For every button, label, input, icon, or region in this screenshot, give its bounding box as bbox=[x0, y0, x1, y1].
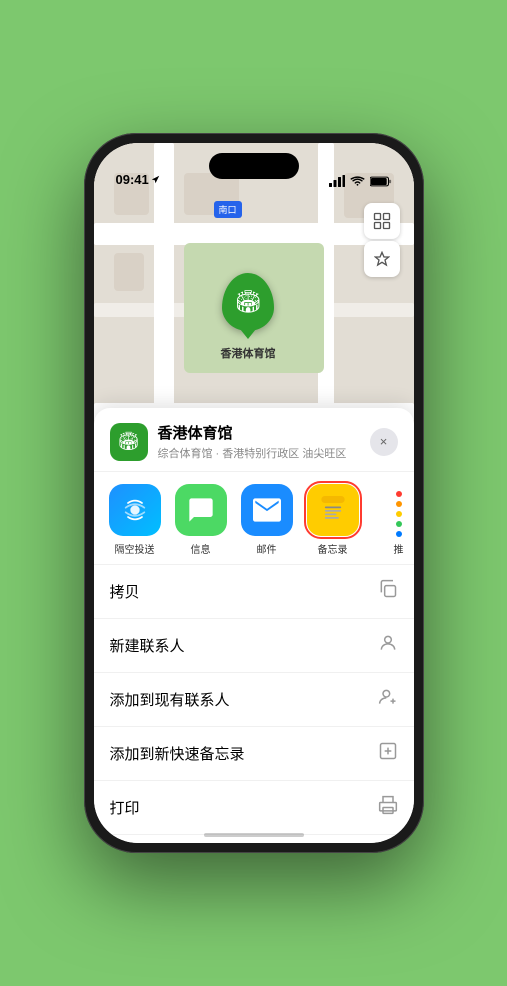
status-icons bbox=[329, 175, 392, 187]
airdrop-label: 隔空投送 bbox=[115, 541, 155, 556]
copy-label: 拷贝 bbox=[110, 581, 140, 602]
status-time: 09:41 bbox=[116, 172, 160, 187]
venue-logo: 🏟 bbox=[110, 423, 148, 461]
bottom-sheet: 🏟 香港体育馆 综合体育馆 · 香港特别行政区 油尖旺区 × bbox=[94, 408, 414, 843]
location-button[interactable] bbox=[364, 241, 400, 277]
dot-yellow bbox=[396, 511, 402, 517]
close-button[interactable]: × bbox=[370, 428, 398, 456]
marker-stadium-icon: 🏟 bbox=[234, 289, 262, 315]
dot-green bbox=[396, 521, 402, 527]
notes-icon bbox=[319, 496, 347, 524]
mail-icon-box bbox=[241, 484, 293, 536]
action-copy[interactable]: 拷贝 bbox=[94, 564, 414, 618]
wifi-icon bbox=[350, 176, 365, 187]
share-notes[interactable]: 备忘录 bbox=[302, 484, 364, 556]
more-icon-box bbox=[373, 484, 414, 536]
venue-header: 🏟 香港体育馆 综合体育馆 · 香港特别行政区 油尖旺区 × bbox=[94, 408, 414, 472]
print-icon bbox=[378, 795, 398, 820]
share-airdrop[interactable]: 隔空投送 bbox=[104, 484, 166, 556]
add-existing-icon bbox=[378, 687, 398, 712]
share-messages[interactable]: 信息 bbox=[170, 484, 232, 556]
print-label: 打印 bbox=[110, 797, 140, 818]
battery-icon bbox=[370, 176, 392, 187]
add-existing-label: 添加到现有联系人 bbox=[110, 689, 230, 710]
venue-title: 香港体育馆 bbox=[158, 422, 360, 443]
share-mail[interactable]: 邮件 bbox=[236, 484, 298, 556]
action-new-contact[interactable]: 新建联系人 bbox=[94, 618, 414, 672]
dynamic-island bbox=[209, 153, 299, 179]
airdrop-icon-box bbox=[109, 484, 161, 536]
location-arrow-icon bbox=[151, 175, 160, 184]
dot-orange bbox=[396, 501, 402, 507]
map-controls bbox=[364, 203, 400, 277]
more-label: 推 bbox=[394, 541, 404, 556]
home-indicator bbox=[204, 833, 304, 837]
dot-blue bbox=[396, 531, 402, 537]
messages-icon-box bbox=[175, 484, 227, 536]
dot-red bbox=[396, 491, 402, 497]
marker-pin: 🏟 bbox=[222, 273, 274, 331]
action-print[interactable]: 打印 bbox=[94, 780, 414, 835]
new-contact-label: 新建联系人 bbox=[110, 635, 185, 656]
notes-icon-box bbox=[307, 484, 359, 536]
share-row: 隔空投送 信息 bbox=[94, 472, 414, 564]
share-more[interactable]: 推 bbox=[368, 484, 414, 556]
more-dots bbox=[379, 483, 414, 537]
mail-icon bbox=[253, 497, 281, 523]
notes-label: 备忘录 bbox=[318, 541, 348, 556]
time-label: 09:41 bbox=[116, 172, 149, 187]
mail-label: 邮件 bbox=[257, 541, 277, 556]
copy-icon bbox=[378, 579, 398, 604]
marker-label: 香港体育馆 bbox=[221, 345, 276, 361]
venue-info: 香港体育馆 综合体育馆 · 香港特别行政区 油尖旺区 bbox=[158, 422, 360, 461]
phone-frame: 09:41 bbox=[84, 133, 424, 853]
venue-marker[interactable]: 🏟 香港体育馆 bbox=[221, 273, 276, 361]
street-label-text: 南口 bbox=[219, 205, 237, 215]
phone-screen: 09:41 bbox=[94, 143, 414, 843]
venue-subtitle: 综合体育馆 · 香港特别行政区 油尖旺区 bbox=[158, 445, 360, 461]
add-notes-icon bbox=[378, 741, 398, 766]
action-add-notes[interactable]: 添加到新快速备忘录 bbox=[94, 726, 414, 780]
messages-icon bbox=[187, 496, 215, 524]
signal-icon bbox=[329, 175, 345, 187]
add-notes-label: 添加到新快速备忘录 bbox=[110, 743, 245, 764]
new-contact-icon bbox=[378, 633, 398, 658]
messages-label: 信息 bbox=[191, 541, 211, 556]
map-type-button[interactable] bbox=[364, 203, 400, 239]
airdrop-icon bbox=[121, 496, 149, 524]
action-add-existing[interactable]: 添加到现有联系人 bbox=[94, 672, 414, 726]
map-street-label: 南口 bbox=[214, 201, 242, 218]
